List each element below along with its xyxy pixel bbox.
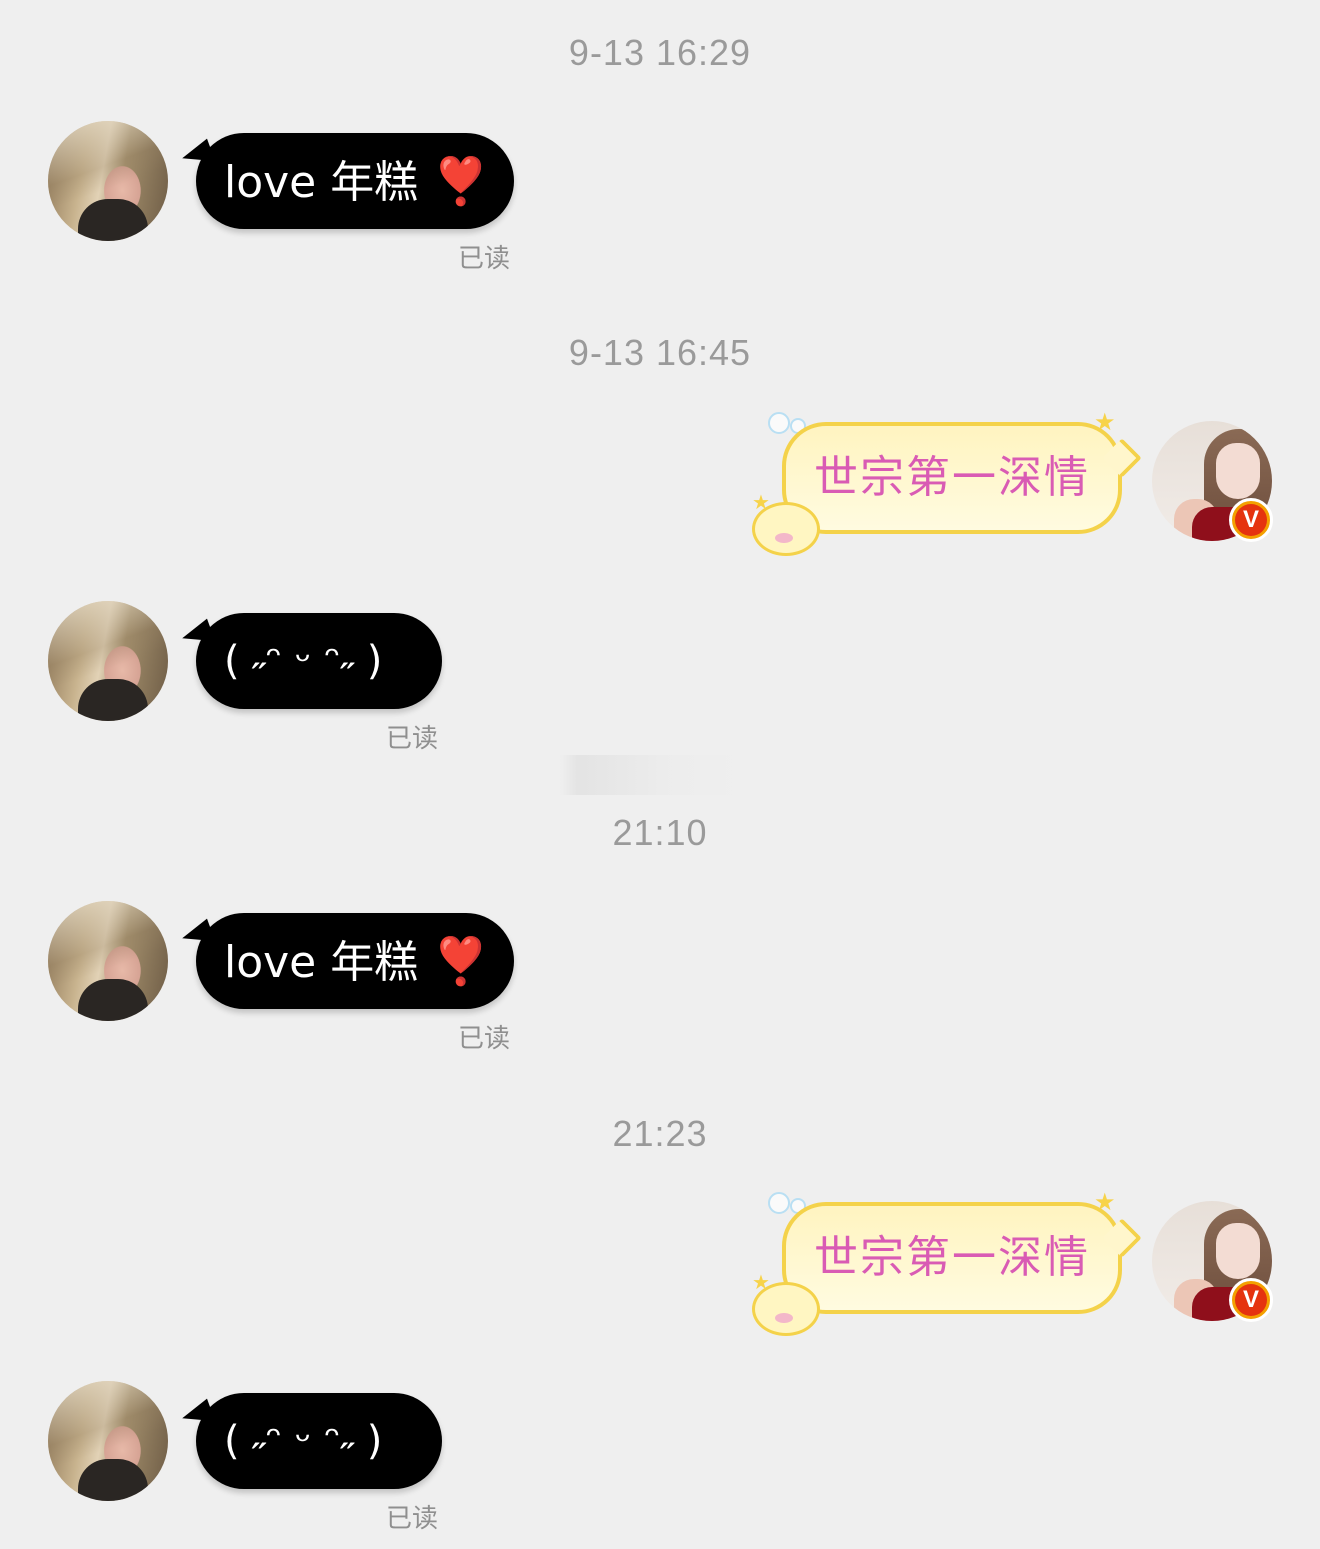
verified-badge-icon: V <box>1229 498 1273 542</box>
heart-emoji-icon: ❣️ <box>432 934 490 988</box>
message-text: 世宗第一深情 <box>814 452 1090 503</box>
read-status: 已读 <box>386 1504 439 1534</box>
message-text: 世宗第一深情 <box>814 1232 1090 1283</box>
read-status: 已读 <box>386 724 439 754</box>
bubble-decoration-icon <box>768 412 790 434</box>
message-text: love 年糕 <box>224 937 419 988</box>
message-bubble[interactable]: love 年糕 ❣️ <box>178 133 514 229</box>
verified-badge-icon: V <box>1229 1278 1273 1322</box>
message-bubble[interactable]: 世宗第一深情 <box>782 422 1142 534</box>
contact-avatar[interactable] <box>48 601 168 721</box>
message-bubble[interactable]: ( ˶ᵔ ᵕ ᵔ˶ ) <box>178 613 442 709</box>
heart-emoji-icon: ❣️ <box>432 154 490 208</box>
message-text: ( ˶ᵔ ᵕ ᵔ˶ ) <box>224 1418 383 1464</box>
contact-avatar[interactable] <box>48 121 168 241</box>
star-icon: ★ <box>752 1270 770 1294</box>
timestamp: 9-13 16:45 <box>568 332 752 373</box>
read-status: 已读 <box>458 1024 511 1054</box>
message-bubble[interactable]: ( ˶ᵔ ᵕ ᵔ˶ ) <box>178 1393 442 1489</box>
message-bubble[interactable]: 世宗第一深情 <box>782 1202 1142 1314</box>
contact-avatar[interactable] <box>48 1381 168 1501</box>
bubble-decoration-icon <box>768 1192 790 1214</box>
contact-avatar[interactable] <box>48 901 168 1021</box>
message-bubble[interactable]: love 年糕 ❣️ <box>178 913 514 1009</box>
timestamp: 9-13 16:29 <box>568 32 752 73</box>
message-text: ( ˶ᵔ ᵕ ᵔ˶ ) <box>224 638 383 684</box>
blur-smudge <box>560 755 740 795</box>
message-text: love 年糕 <box>224 157 419 208</box>
read-status: 已读 <box>458 244 511 274</box>
timestamp: 21:10 <box>612 812 708 853</box>
timestamp: 21:23 <box>612 1113 708 1154</box>
star-icon: ★ <box>752 490 770 514</box>
